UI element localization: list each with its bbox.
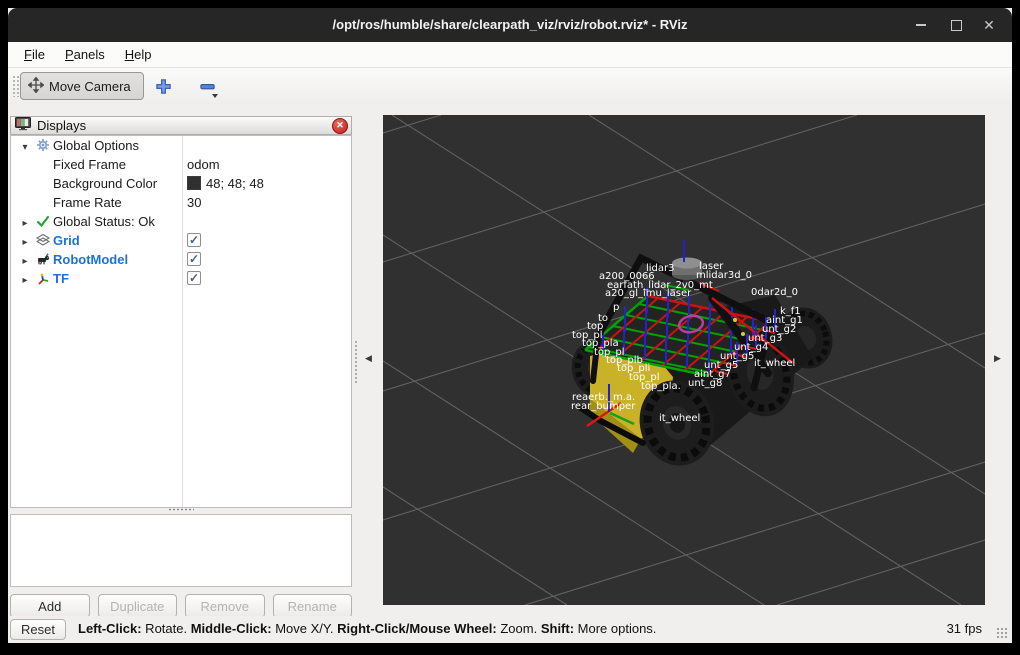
enabled-checkbox[interactable]: ✓ (187, 252, 201, 266)
plus-icon (155, 78, 171, 94)
tree-row-grid[interactable]: ▸ Grid ✓ (11, 231, 351, 250)
screen: /opt/ros/humble/share/clearpath_viz/rviz… (0, 0, 1020, 655)
check-icon (33, 212, 53, 231)
add-button[interactable]: Add (10, 594, 90, 618)
row-label: TF (53, 271, 69, 286)
move-camera-label: Move Camera (49, 78, 131, 94)
minimize-icon (916, 24, 926, 26)
row-label: Fixed Frame (53, 157, 126, 172)
displays-buttons-row: Add Duplicate Remove Rename (10, 594, 352, 618)
tree-row-robotmodel[interactable]: ▸ RobotModel ✓ (11, 250, 351, 269)
collapse-right-icon[interactable]: ▶ (994, 353, 1001, 364)
help-segment: Move X/Y. (271, 621, 338, 636)
close-icon: ✕ (983, 17, 995, 33)
row-label: Global Options (53, 138, 139, 153)
menu-bar: File Panels Help (8, 42, 1012, 68)
close-button[interactable]: ✕ (978, 8, 1000, 42)
move-camera-icon (27, 75, 45, 96)
robot-icon (33, 250, 53, 269)
color-swatch (187, 176, 201, 190)
row-value[interactable]: 48; 48; 48 (187, 174, 264, 193)
title-bar[interactable]: /opt/ros/humble/share/clearpath_viz/rviz… (8, 8, 1012, 42)
splitter-right[interactable]: ▶ (985, 115, 1012, 605)
help-segment: Middle-Click: (190, 621, 272, 636)
duplicate-button[interactable]: Duplicate (97, 594, 177, 618)
status-bar: Reset Left-Click: Rotate. Middle-Click: … (8, 616, 1012, 643)
collapse-left-icon[interactable]: ◀ (365, 353, 372, 364)
tree-row-background-color[interactable]: Background Color 48; 48; 48 (11, 174, 351, 193)
tree-row-global-options[interactable]: ▾ Global Options (11, 136, 351, 155)
maximize-button[interactable] (945, 8, 967, 42)
expander-icon[interactable]: ▸ (17, 271, 33, 290)
remove-tool-dropdown-arrow[interactable] (212, 94, 218, 98)
tree-row-tf[interactable]: ▸ TF ✓ (11, 269, 351, 288)
add-tool-button[interactable] (154, 77, 172, 95)
help-segment: More options. (574, 621, 657, 636)
window-title: /opt/ros/humble/share/clearpath_viz/rviz… (332, 17, 688, 32)
3d-viewport[interactable]: lidar3 laser a200_0066 mlidar3d_0 earfath_li… (383, 115, 985, 605)
resize-grip[interactable] (996, 627, 1009, 640)
move-camera-tool[interactable]: Move Camera (20, 72, 144, 100)
menu-file[interactable]: File (14, 42, 55, 68)
tf-icon (33, 269, 53, 288)
menu-panels[interactable]: Panels (55, 42, 115, 68)
description-area (10, 514, 352, 587)
grid-icon (33, 231, 53, 250)
enabled-checkbox[interactable]: ✓ (187, 271, 201, 285)
remove-tool-button[interactable] (198, 77, 216, 95)
description-splitter-handle[interactable] (168, 508, 194, 511)
remove-button[interactable]: Remove (185, 594, 265, 618)
fps-counter: 31 fps (946, 621, 982, 636)
displays-panel-header[interactable]: Displays ✕ (10, 116, 352, 135)
help-segment: Rotate. (141, 621, 191, 636)
displays-tree[interactable]: ▾ Global Options Fixed Frame odom Background… (10, 135, 352, 508)
row-value[interactable]: odom (187, 155, 220, 174)
row-label: Frame Rate (53, 195, 122, 210)
displays-icon (15, 117, 31, 134)
rviz-window: /opt/ros/humble/share/clearpath_viz/rviz… (8, 8, 1012, 643)
rename-button[interactable]: Rename (272, 594, 352, 618)
3d-scene (383, 115, 985, 605)
splitter-left[interactable]: ◀ (352, 115, 383, 605)
gear-icon (33, 136, 53, 155)
row-label: Background Color (53, 176, 158, 191)
toolbar-drag-handle[interactable] (12, 75, 19, 97)
help-segment: Left-Click: (78, 621, 142, 636)
tree-row-fixed-frame[interactable]: Fixed Frame odom (11, 155, 351, 174)
help-segment: Shift: (540, 621, 575, 636)
help-segment: Zoom. (496, 621, 541, 636)
tree-row-global-status-ok[interactable]: ▸ Global Status: Ok (11, 212, 351, 231)
splitter-grip[interactable] (354, 340, 359, 384)
row-label: RobotModel (53, 252, 129, 267)
enabled-checkbox[interactable]: ✓ (187, 233, 201, 247)
maximize-icon (950, 19, 962, 31)
robot-model (571, 240, 833, 466)
row-value[interactable]: 30 (187, 193, 201, 212)
displays-panel-title: Displays (37, 118, 87, 133)
help-segment: Right-Click/Mouse Wheel: (337, 621, 497, 636)
row-label: Global Status: Ok (53, 214, 155, 229)
mouse-help-text: Left-Click: Rotate. Middle-Click: Move X… (78, 616, 656, 642)
menu-help[interactable]: Help (115, 42, 162, 68)
row-label: Grid (53, 233, 80, 248)
panel-close-button[interactable]: ✕ (332, 117, 348, 134)
tree-row-frame-rate[interactable]: Frame Rate 30 (11, 193, 351, 212)
toolbar: Move Camera (8, 68, 1012, 105)
main-area: Displays ✕ ▾ Global Options Fixed Frame odo… (8, 104, 1012, 618)
reset-button[interactable]: Reset (10, 619, 66, 640)
minimize-button[interactable] (910, 8, 932, 42)
minus-icon (199, 83, 215, 89)
